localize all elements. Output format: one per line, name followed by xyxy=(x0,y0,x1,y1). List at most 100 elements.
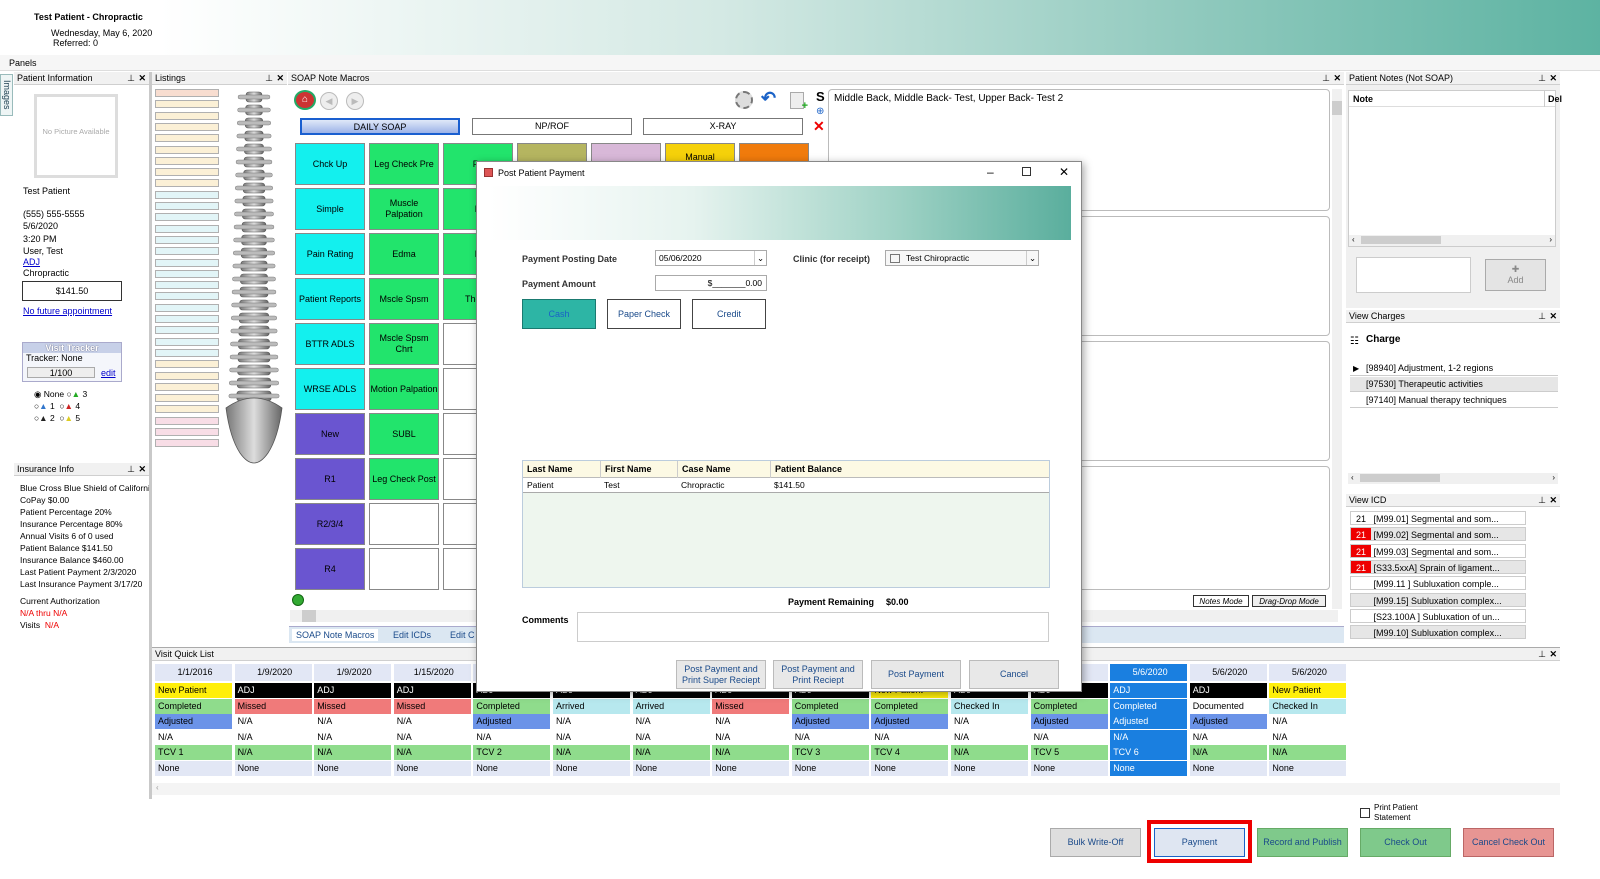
macro-button[interactable]: Leg Check Post xyxy=(369,458,439,500)
listing-box[interactable] xyxy=(155,224,219,233)
icd-row[interactable]: [M99.11 ] Subluxation comple... xyxy=(1350,576,1526,591)
visit-cell-none[interactable]: None xyxy=(234,761,312,776)
home-icon[interactable]: ⌂ xyxy=(294,90,316,110)
listing-box[interactable] xyxy=(155,122,219,131)
charge-row[interactable]: [97140] Manual therapy techniques xyxy=(1350,393,1558,408)
visit-cell-status[interactable]: Arrived xyxy=(553,698,630,714)
macro-empty[interactable] xyxy=(443,413,477,455)
visit-cell-none[interactable]: None xyxy=(155,761,232,776)
macro-button[interactable] xyxy=(369,503,439,545)
macro-button[interactable]: Mscle Spsm xyxy=(369,278,439,320)
macro-button[interactable]: R1 xyxy=(295,458,365,500)
listing-box[interactable] xyxy=(155,190,219,199)
quick-list-scrollbar[interactable]: ‹ xyxy=(152,783,1560,795)
charge-row[interactable]: [97530] Therapeutic activities xyxy=(1350,377,1558,392)
macro-button[interactable]: Mscle Spsm Chrt xyxy=(369,323,439,365)
macro-button[interactable]: Pain Rating xyxy=(295,233,365,275)
listing-box[interactable] xyxy=(155,371,219,380)
macro-button[interactable]: Muscle Palpation xyxy=(369,188,439,230)
pin-icon[interactable]: ⊥ xyxy=(1538,648,1546,661)
visit-cell-status[interactable]: Checked In xyxy=(951,698,1028,714)
check-out-button[interactable]: Check Out xyxy=(1360,828,1451,857)
visit-cell-tcv[interactable]: TCV 6 xyxy=(1110,745,1188,761)
future-appointment-link[interactable]: No future appointment xyxy=(23,306,112,316)
visit-cell-adj[interactable]: N/A xyxy=(553,714,630,730)
visit-cell-date[interactable]: 1/15/2020 xyxy=(393,664,471,681)
bulk-write-off-button[interactable]: Bulk Write-Off xyxy=(1050,828,1141,857)
visit-cell-status[interactable]: Documented xyxy=(1189,698,1267,714)
charge-row[interactable]: [98940] Adjustment, 1-2 regions xyxy=(1350,361,1558,376)
tab-np-rof[interactable]: NP/ROF xyxy=(472,118,632,135)
listing-box[interactable] xyxy=(155,269,219,278)
post-payment-button[interactable]: Post Payment xyxy=(871,660,961,689)
visit-cell-status[interactable]: Completed xyxy=(155,698,232,714)
listing-box[interactable] xyxy=(155,360,219,369)
tab-edit-cpts[interactable]: Edit C xyxy=(450,630,475,640)
visit-cell-none[interactable]: None xyxy=(553,761,630,776)
listing-box[interactable] xyxy=(155,213,219,222)
listing-box[interactable] xyxy=(155,337,219,346)
visit-cell-adj[interactable]: N/A xyxy=(632,714,710,730)
visit-cell-tcv[interactable]: TCV 4 xyxy=(871,745,949,761)
visit-cell-status[interactable]: Missed xyxy=(314,698,392,714)
listing-box[interactable] xyxy=(155,428,219,436)
visit-cell-date[interactable]: 1/9/2020 xyxy=(234,664,312,681)
visit-cell-adj[interactable]: Adjusted xyxy=(1189,714,1267,730)
pin-icon[interactable]: ⊥ xyxy=(1538,494,1546,507)
macro-empty[interactable] xyxy=(443,368,477,410)
visit-cell-adj[interactable]: Adjusted xyxy=(1030,714,1108,730)
record-publish-button[interactable]: Record and Publish xyxy=(1257,828,1348,857)
visit-cell-tcv[interactable]: N/A xyxy=(951,745,1028,761)
notes-grid[interactable]: Note Del ‹ › xyxy=(1348,90,1562,247)
macro-button[interactable]: Patient Reports xyxy=(295,278,365,320)
visit-cell-status[interactable]: Completed xyxy=(1030,698,1108,714)
visit-cell-na[interactable]: N/A xyxy=(871,729,949,745)
visit-cell-na[interactable]: N/A xyxy=(473,729,551,745)
macro-button[interactable]: Simple xyxy=(295,188,365,230)
visit-cell-tcv[interactable]: N/A xyxy=(393,745,471,761)
visit-cell-tcv[interactable]: N/A xyxy=(632,745,710,761)
drag-drop-mode-button[interactable]: Drag-Drop Mode xyxy=(1252,595,1326,607)
radio-none[interactable]: ◉ xyxy=(34,389,41,399)
listing-box[interactable] xyxy=(155,292,219,301)
visit-cell-status[interactable]: Arrived xyxy=(632,698,710,714)
post-print-super-receipt-button[interactable]: Post Payment and Print Super Reciept xyxy=(676,660,766,689)
listing-box[interactable] xyxy=(155,303,219,312)
visit-cell-tcv[interactable]: N/A xyxy=(234,745,312,761)
listing-box[interactable] xyxy=(155,202,219,210)
paper-check-button[interactable]: Paper Check xyxy=(607,299,681,329)
visit-cell-none[interactable]: None xyxy=(1189,761,1267,776)
add-note-button[interactable]: ✚ Add xyxy=(1485,259,1546,291)
maximize-icon[interactable] xyxy=(1022,167,1031,176)
listing-box[interactable] xyxy=(155,405,219,414)
visit-cell-date[interactable]: 1/9/2020 xyxy=(314,664,392,681)
visit-cell-adj[interactable]: N/A xyxy=(314,714,392,730)
listing-box[interactable] xyxy=(155,416,219,425)
close-icon[interactable]: ✕ xyxy=(138,72,146,85)
visit-cell-status[interactable]: Missed xyxy=(393,698,471,714)
chevron-down-icon[interactable]: ⌄ xyxy=(754,251,766,265)
macro-button[interactable]: Motion Palpation xyxy=(369,368,439,410)
visit-cell-tcv[interactable]: N/A xyxy=(712,745,790,761)
images-side-tab[interactable]: Images xyxy=(0,74,13,116)
close-icon[interactable]: ✕ xyxy=(1549,648,1557,661)
listing-box[interactable] xyxy=(155,111,219,120)
back-icon[interactable]: ◀ xyxy=(320,92,338,110)
print-statement-checkbox[interactable] xyxy=(1360,808,1370,818)
payment-date-picker[interactable]: 05/06/2020 ⌄ xyxy=(655,250,767,266)
visit-cell-adj[interactable]: Adjusted xyxy=(871,714,949,730)
visit-cell-adj[interactable]: N/A xyxy=(1269,714,1347,730)
pin-icon[interactable]: ⊥ xyxy=(127,72,135,85)
icd-row[interactable]: 21 [M99.02] Segmental and som... xyxy=(1350,527,1526,542)
close-icon[interactable]: ✕ xyxy=(1549,494,1557,507)
listing-box[interactable] xyxy=(155,168,219,177)
visit-cell-na[interactable]: N/A xyxy=(314,729,392,745)
visit-cell-type[interactable]: New Patient xyxy=(1269,683,1347,698)
forward-icon[interactable]: ▶ xyxy=(346,92,364,110)
visit-cell-status[interactable]: Missed xyxy=(712,698,790,714)
macro-button[interactable]: Leg Check Pre xyxy=(369,143,439,185)
visit-cell-status[interactable]: Completed xyxy=(473,698,551,714)
minimize-icon[interactable]: – xyxy=(987,165,994,179)
charges-scrollbar[interactable]: ‹ › xyxy=(1348,473,1558,484)
visit-cell-status[interactable]: Completed xyxy=(791,698,869,714)
